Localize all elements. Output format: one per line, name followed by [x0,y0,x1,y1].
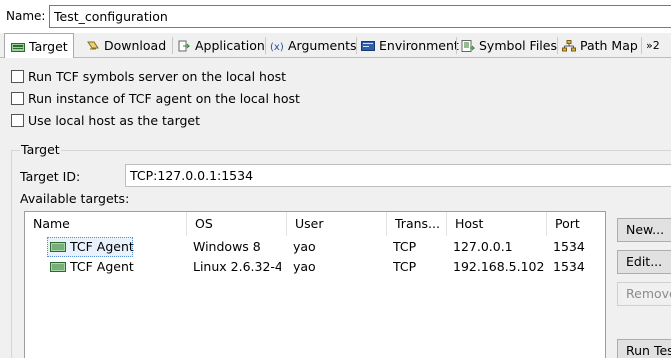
tab-environment[interactable]: Environment [361,33,459,58]
table-row[interactable]: TCF Agent Linux 2.6.32-4... yao TCP 192.… [25,257,605,277]
tab-separator [557,37,558,54]
column-header-transport[interactable]: Trans... [387,212,447,236]
tcf-agent-icon [50,242,66,252]
cell-os: Windows 8 [193,239,261,254]
checkbox[interactable] [11,114,24,127]
cell-host: 127.0.0.1 [453,239,513,254]
remove-target-button[interactable]: Remove [617,282,671,306]
cell-transport: TCP [393,259,417,274]
option-run-tcf-agent[interactable]: Run instance of TCF agent on the local h… [11,91,300,106]
name-label: Name: [6,9,46,23]
cell-user: yao [293,239,316,254]
column-header-port[interactable]: Port [547,212,605,236]
cell-name: TCF Agent [70,259,134,274]
tab-label: Download [104,38,167,53]
cell-os: Linux 2.6.32-4... [193,259,281,274]
target-group-title: Target [20,142,61,157]
cell-name: TCF Agent [70,239,134,254]
symbol-files-icon [461,39,475,52]
checkbox[interactable] [11,92,24,105]
tab-separator [172,37,173,54]
available-targets-label: Available targets: [20,191,130,206]
tab-download[interactable]: Download [86,33,166,58]
svg-text:(x)=: (x)= [270,42,284,52]
tab-arguments[interactable]: (x)= Arguments [270,33,357,58]
name-field[interactable] [49,5,671,28]
cell-transport: TCP [393,239,417,254]
tab-separator [456,37,457,54]
tab-label: Target [29,39,68,54]
tab-label: Environment [379,38,459,53]
download-icon [87,41,99,49]
cell-port: 1534 [553,239,585,254]
tcf-agent-icon [50,262,66,272]
option-run-symbols-server[interactable]: Run TCF symbols server on the local host [11,69,286,84]
tab-application[interactable]: Application [177,33,265,58]
tab-path-map[interactable]: Path Map [562,33,638,58]
target-icon [11,42,25,52]
tab-label: Path Map [580,38,638,53]
cell-user: yao [293,259,316,274]
new-target-button[interactable]: New... [617,218,671,242]
option-use-local-host[interactable]: Use local host as the target [11,113,200,128]
column-header-user[interactable]: User [287,212,387,236]
checkbox-label: Run TCF symbols server on the local host [28,69,287,84]
environment-icon [361,40,375,51]
tab-separator [356,37,357,54]
edit-target-button[interactable]: Edit... [617,250,671,274]
tab-separator [641,37,642,54]
column-header-os[interactable]: OS [187,212,287,236]
column-header-name[interactable]: Name [25,212,187,236]
tab-strip: Target Download Application (x)= Argumen… [0,33,671,59]
run-test-button[interactable]: Run Test [617,339,671,358]
tab-separator [265,37,266,54]
checkbox-label: Run instance of TCF agent on the local h… [28,91,300,106]
cell-port: 1534 [553,259,585,274]
more-tabs-button[interactable]: »2 [646,33,660,58]
column-header-host[interactable]: Host [447,212,547,236]
tab-symbol-files[interactable]: Symbol Files [461,33,557,58]
tab-target[interactable]: Target [4,33,74,59]
table-row[interactable]: TCF Agent Windows 8 yao TCP 127.0.0.1 15… [25,237,605,257]
tab-label: Application [195,38,265,53]
targets-table[interactable]: Name OS User Trans... Host Port TCF Agen… [24,211,606,358]
checkbox-label: Use local host as the target [28,113,201,128]
target-id-label: Target ID: [20,169,81,184]
target-id-field[interactable]: TCP:127.0.0.1:1534 [125,164,671,187]
tab-label: Arguments [288,38,357,53]
arguments-icon: (x)= [270,42,284,52]
tab-label: Symbol Files [479,38,557,53]
checkbox[interactable] [11,70,24,83]
path-map-icon [562,39,576,51]
application-icon [178,40,191,51]
cell-host: 192.168.5.102 [453,259,545,274]
more-tabs-icon: »2 [646,39,660,52]
